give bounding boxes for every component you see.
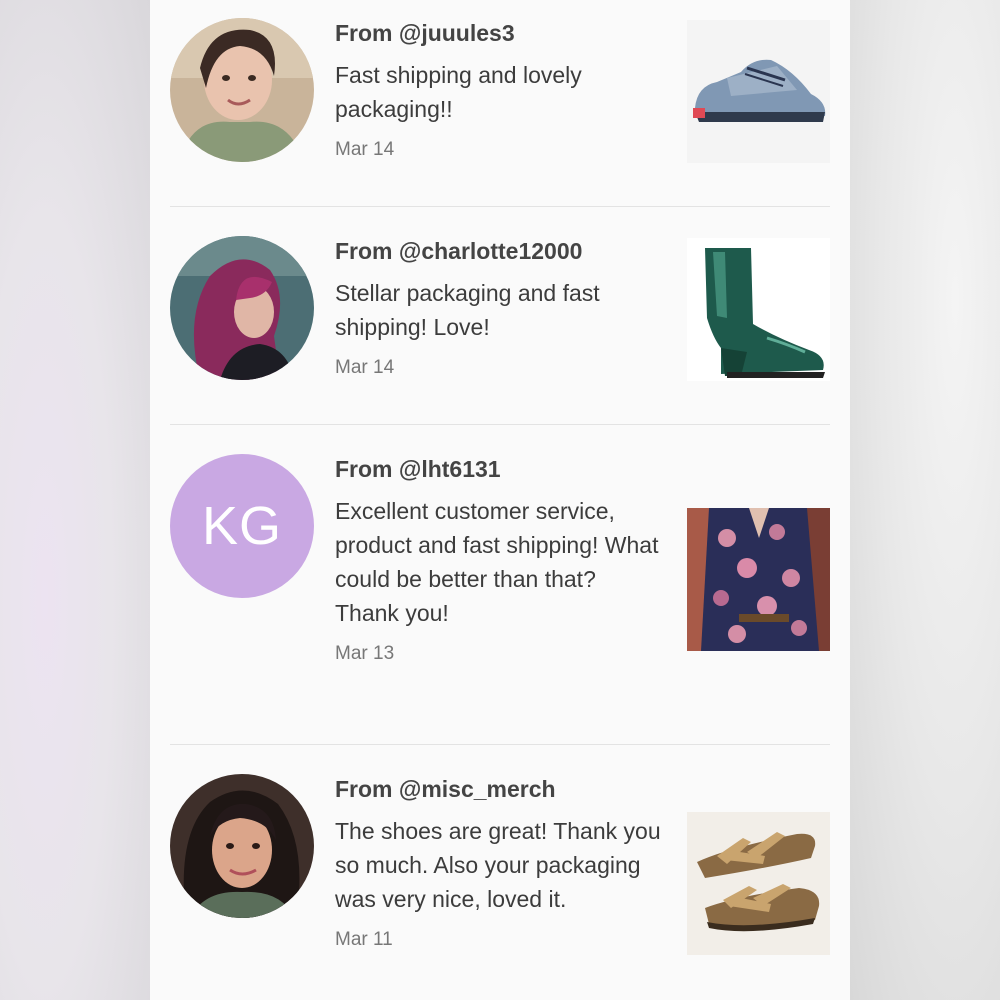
background-blur-right xyxy=(850,0,1000,1000)
background-blur-left xyxy=(0,0,150,1000)
review-message: Stellar packaging and fast shipping! Lov… xyxy=(335,280,600,340)
review-item: From @charlotte12000 Stellar packaging a… xyxy=(170,236,830,396)
user-photo-icon xyxy=(170,236,314,380)
review-message: Excellent customer service, product and … xyxy=(335,498,659,626)
review-item: From @misc_merch The shoes are great! Th… xyxy=(170,774,830,1000)
reviews-panel: From @juuules3 Fast shipping and lovely … xyxy=(150,0,850,1000)
floral-blouse-icon xyxy=(687,508,830,651)
review-date: Mar 13 xyxy=(335,643,395,664)
wedge-sandals-icon xyxy=(687,812,830,955)
avatar-initials-text: KG xyxy=(201,496,283,556)
review-item: KG From @lht6131 Excellent customer serv… xyxy=(170,454,830,704)
review-message: Fast shipping and lovely packaging!! xyxy=(335,62,582,122)
review-item: From @juuules3 Fast shipping and lovely … xyxy=(170,18,830,178)
user-photo-icon xyxy=(170,18,314,162)
green-patent-ankle-boot-icon xyxy=(687,238,830,381)
review-date: Mar 11 xyxy=(335,929,393,950)
review-divider xyxy=(170,424,830,425)
user-avatar[interactable] xyxy=(170,18,314,162)
user-photo-icon xyxy=(170,774,314,918)
product-thumbnail[interactable] xyxy=(687,508,830,651)
review-date: Mar 14 xyxy=(335,139,395,160)
review-divider xyxy=(170,744,830,745)
product-thumbnail[interactable] xyxy=(687,812,830,955)
product-thumbnail[interactable] xyxy=(687,238,830,381)
review-author[interactable]: From @lht6131 xyxy=(335,454,665,484)
review-author[interactable]: From @misc_merch xyxy=(335,774,665,804)
review-date: Mar 14 xyxy=(335,357,395,378)
hiking-sneaker-icon xyxy=(687,20,830,163)
product-thumbnail[interactable] xyxy=(687,20,830,163)
review-author[interactable]: From @juuules3 xyxy=(335,18,665,48)
user-avatar[interactable] xyxy=(170,236,314,380)
review-divider xyxy=(170,206,830,207)
user-avatar-initials[interactable]: KG xyxy=(170,454,314,598)
review-author[interactable]: From @charlotte12000 xyxy=(335,236,665,266)
review-message: The shoes are great! Thank you so much. … xyxy=(335,818,661,912)
user-avatar[interactable] xyxy=(170,774,314,918)
